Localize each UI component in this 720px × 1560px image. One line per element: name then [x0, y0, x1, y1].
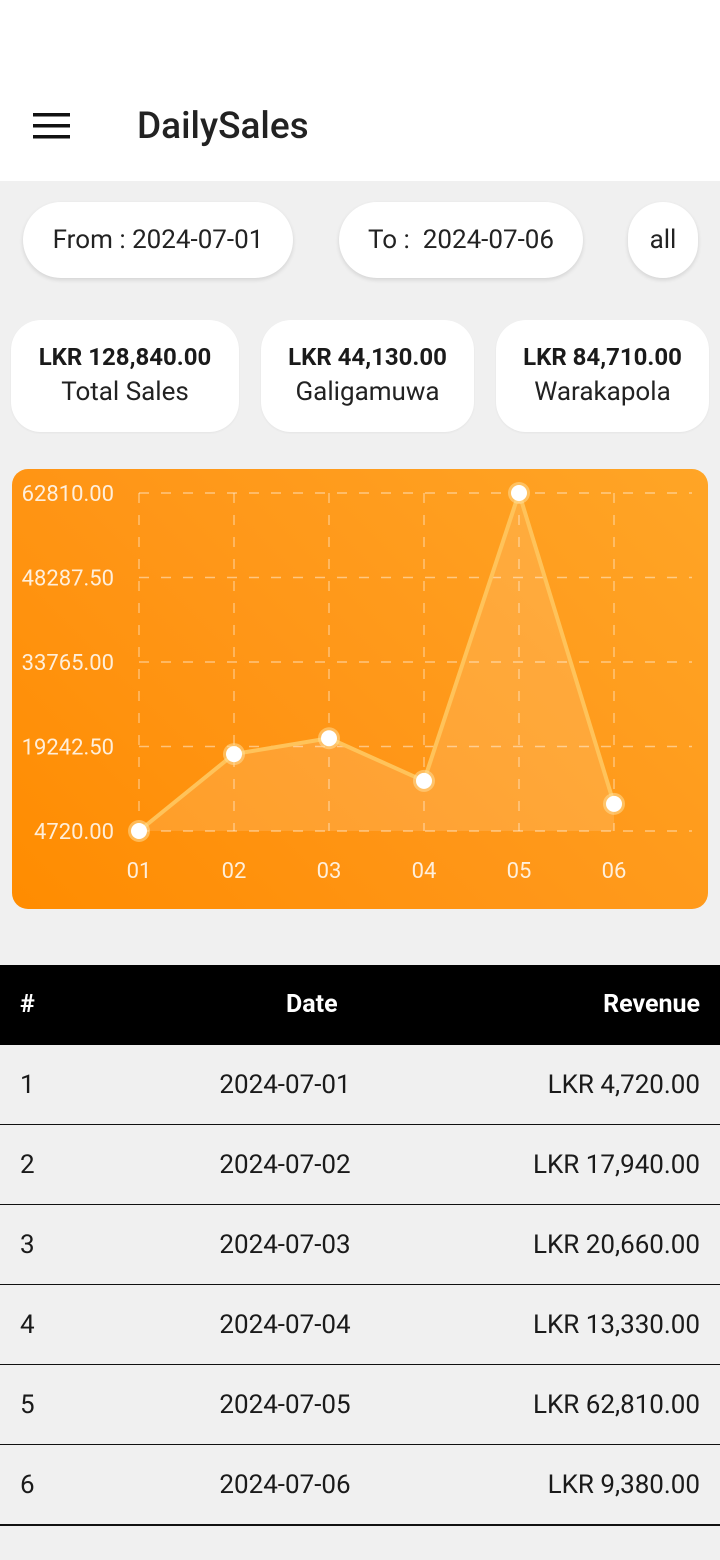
to-date-chip[interactable]: To : 2024-07-06	[339, 202, 583, 278]
app-title: DailySales	[137, 105, 309, 148]
row-revenue: LKR 62,810.00	[532, 1390, 700, 1420]
y-tick-label: 4720.00	[34, 820, 114, 845]
data-point	[321, 730, 337, 747]
x-tick-label: 01	[127, 859, 152, 884]
row-revenue: LKR 17,940.00	[532, 1150, 700, 1180]
chart-svg: 62810.0048287.5033765.0019242.504720.00 …	[22, 482, 692, 884]
scope-filter-chip[interactable]: all	[628, 202, 698, 278]
row-date: 2024-07-02	[219, 1150, 351, 1180]
data-point	[416, 772, 432, 789]
menu-button[interactable]	[22, 100, 82, 152]
data-point	[606, 795, 622, 812]
row-date: 2024-07-03	[219, 1230, 351, 1260]
galigamuwa-sales-card: LKR 44,130.00 Galigamuwa	[261, 320, 474, 432]
row-revenue: LKR 4,720.00	[547, 1070, 700, 1100]
row-date: 2024-07-01	[219, 1070, 351, 1100]
row-revenue: LKR 13,330.00	[532, 1310, 700, 1340]
y-tick-label: 19242.50	[22, 736, 114, 761]
galigamuwa-label: Galigamuwa	[295, 377, 440, 407]
row-revenue: LKR 9,380.00	[547, 1470, 700, 1500]
total-sales-label: Total Sales	[61, 377, 189, 407]
y-tick-label: 33765.00	[22, 651, 114, 676]
y-axis-ticks: 62810.00 48287.50 33765.00 19242.50 4720.00	[22, 482, 114, 845]
row-date: 2024-07-06	[219, 1470, 351, 1500]
table-row[interactable]: 1 2024-07-01 LKR 4,720.00	[0, 1045, 720, 1126]
daily-revenue-chart: 62810.00 48287.50 33765.00 19242.50 4720.00 …	[12, 469, 708, 909]
header-number: #	[20, 990, 35, 1019]
galigamuwa-amount: LKR 44,130.00	[288, 343, 447, 371]
data-point	[511, 485, 527, 501]
table-row[interactable]: 3 2024-07-03 LKR 20,660.00	[0, 1205, 720, 1286]
warakapola-amount: LKR 84,710.00	[523, 343, 682, 371]
header-date: Date	[286, 990, 338, 1019]
y-tick-label: 62810.00	[22, 482, 114, 507]
x-axis-ticks: 01 02 03 04 05 06	[127, 859, 627, 884]
total-sales-amount: LKR 128,840.00	[38, 343, 212, 371]
table-row[interactable]: 6 2024-07-06 LKR 9,380.00	[0, 1445, 720, 1526]
row-date: 2024-07-05	[219, 1390, 351, 1420]
x-tick-label: 02	[222, 859, 247, 884]
from-date-chip[interactable]: From : 2024-07-01	[23, 202, 293, 278]
table-row[interactable]: 5 2024-07-05 LKR 62,810.00	[0, 1365, 720, 1446]
row-date: 2024-07-04	[219, 1310, 351, 1340]
data-point	[226, 746, 242, 763]
row-revenue: LKR 20,660.00	[532, 1230, 700, 1260]
warakapola-sales-card: LKR 84,710.00 Warakapola	[496, 320, 709, 432]
total-sales-card: LKR 128,840.00 Total Sales	[11, 320, 239, 432]
x-tick-label: 05	[507, 859, 532, 884]
warakapola-label: Warakapola	[534, 377, 671, 407]
daily-sales-screen: DailySales From : 2024-07-01 To : 2024-0…	[0, 0, 720, 1560]
x-tick-label: 03	[317, 859, 342, 884]
header-revenue: Revenue	[603, 990, 700, 1019]
x-tick-label: 06	[602, 859, 627, 884]
hamburger-menu-icon	[33, 113, 70, 139]
app-bar: DailySales	[0, 0, 720, 181]
y-tick-label: 48287.50	[22, 567, 114, 592]
table-row[interactable]: 4 2024-07-04 LKR 13,330.00	[0, 1285, 720, 1366]
x-tick-label: 04	[412, 859, 437, 884]
data-point	[131, 823, 147, 839]
table-row[interactable]: 2 2024-07-02 LKR 17,940.00	[0, 1125, 720, 1206]
table-header: # Date Revenue	[0, 965, 720, 1045]
